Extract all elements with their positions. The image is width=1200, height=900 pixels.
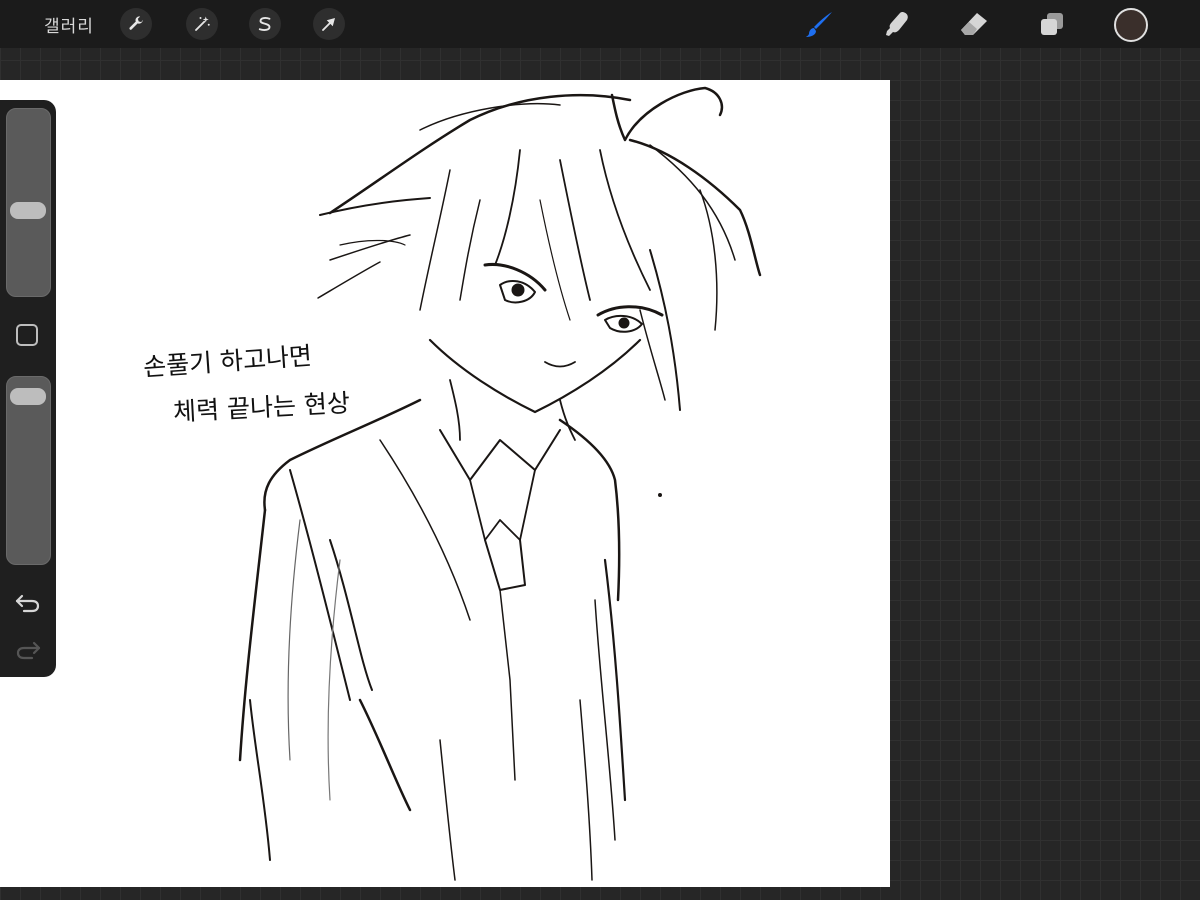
adjustments-button[interactable]	[186, 8, 218, 40]
layers-icon	[1041, 13, 1063, 35]
smudge-button[interactable]	[879, 6, 915, 42]
selection-s-icon	[258, 17, 271, 31]
brush-size-slider[interactable]	[6, 108, 51, 297]
brush-size-thumb[interactable]	[10, 202, 46, 220]
opacity-thumb[interactable]	[10, 388, 46, 406]
eraser-icon	[961, 13, 987, 35]
wrench-icon	[129, 16, 143, 30]
undo-button[interactable]	[14, 590, 42, 614]
square-modify-icon[interactable]	[16, 324, 38, 346]
brush-button[interactable]	[802, 6, 838, 42]
redo-button[interactable]	[14, 637, 42, 661]
gallery-button[interactable]: 갤러리	[44, 12, 94, 37]
drawing-canvas[interactable]: 손풀기 하고나면 체력 끝나는 현상	[0, 80, 890, 887]
undo-arrow-icon	[15, 594, 40, 613]
left-sidebar	[0, 100, 56, 677]
magic-wand-icon	[195, 16, 210, 31]
smudge-finger-icon	[886, 12, 908, 36]
layers-button[interactable]	[1034, 6, 1070, 42]
eraser-button[interactable]	[956, 6, 992, 42]
sketch-drawing	[238, 86, 762, 881]
color-swatch-button[interactable]	[1114, 8, 1148, 42]
selection-button[interactable]	[249, 8, 281, 40]
opacity-slider[interactable]	[6, 376, 51, 565]
arrow-cursor-icon	[322, 18, 335, 31]
transform-button[interactable]	[313, 8, 345, 40]
brush-icon	[806, 12, 832, 37]
top-toolbar: 갤러리	[0, 0, 1200, 48]
actions-button[interactable]	[120, 8, 152, 40]
redo-arrow-icon	[16, 641, 41, 660]
